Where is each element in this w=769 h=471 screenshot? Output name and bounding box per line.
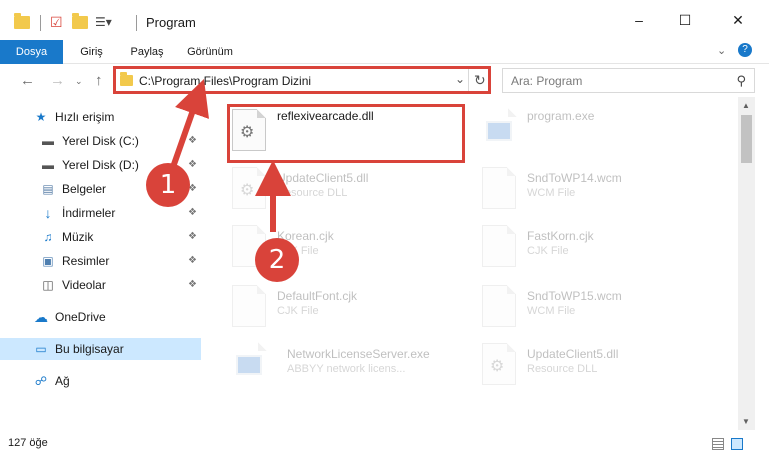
annotation-arrows xyxy=(169,79,291,232)
step-1-badge: 1 xyxy=(146,163,190,207)
arrow-to-address-bar xyxy=(169,79,210,171)
step-2-badge: 2 xyxy=(255,238,299,282)
